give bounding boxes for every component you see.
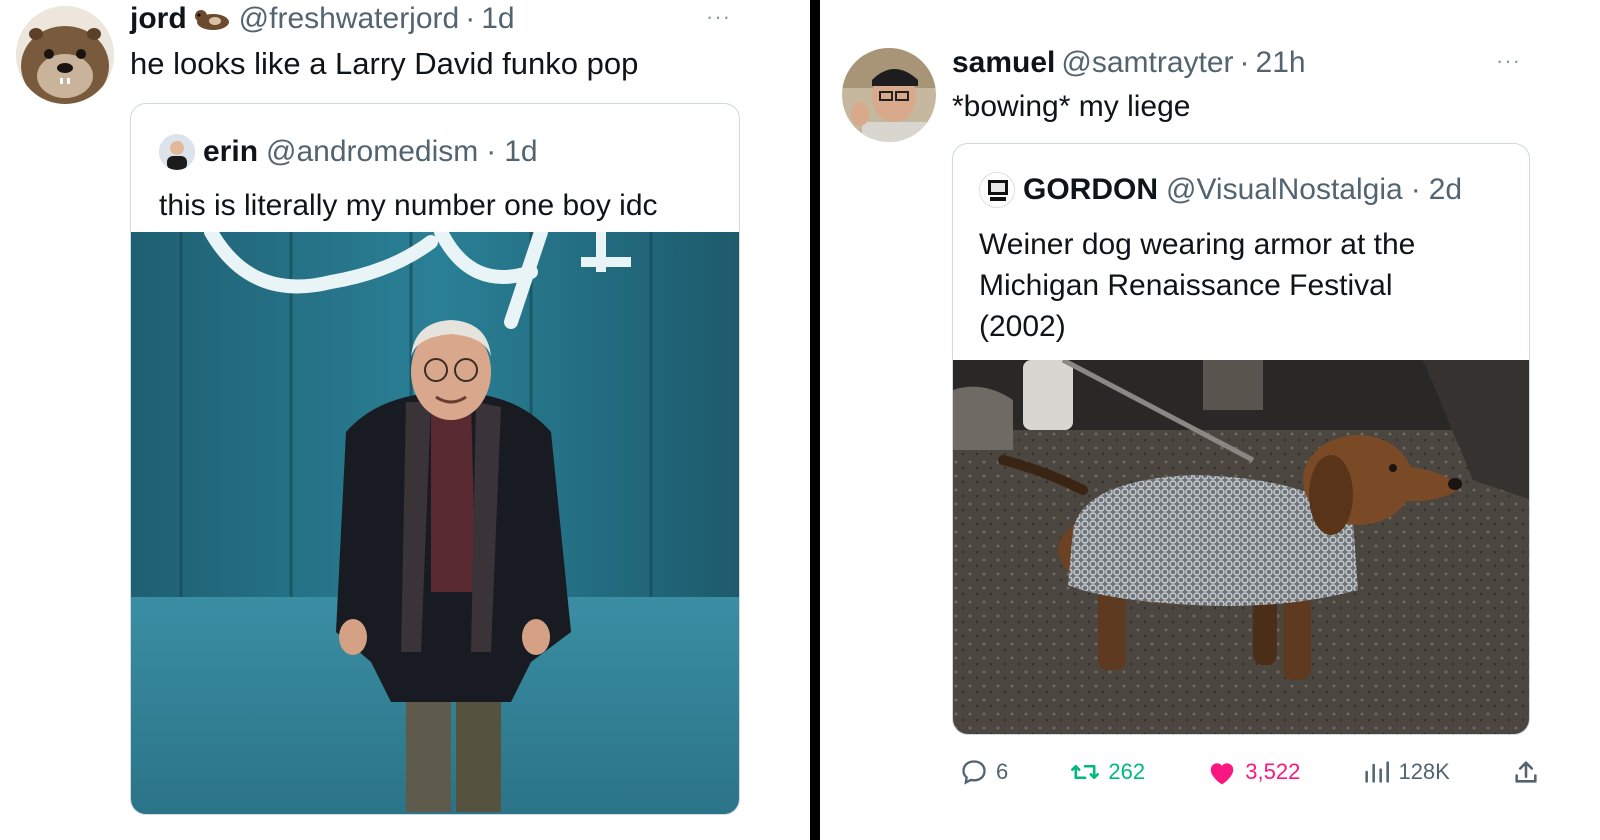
heart-icon (1211, 763, 1234, 785)
quote-separator: · (1410, 173, 1421, 206)
timestamp[interactable]: 1d (481, 2, 514, 36)
like-button[interactable]: 3,522 (1207, 758, 1300, 786)
quote-header: GORDON @VisualNostalgia · 2d (979, 172, 1462, 208)
views-chart-icon (1365, 761, 1390, 783)
views-count: 128K (1398, 759, 1450, 784)
quote-handle[interactable]: @VisualNostalgia (1166, 173, 1403, 207)
right-tweet: samuel @samtrayter · 21h ··· *bowing* my… (820, 0, 1600, 840)
tweet-header: samuel @samtrayter · 21h (952, 46, 1306, 80)
quote-separator: · (486, 135, 497, 168)
reply-button[interactable]: 6 (960, 758, 1008, 786)
separator: · (1239, 46, 1250, 79)
tweet-text: *bowing* my liege (952, 90, 1191, 123)
quote-timestamp[interactable]: 1d (504, 135, 537, 169)
repost-button[interactable]: 262 (1070, 758, 1145, 786)
views-button[interactable]: 128K (1362, 758, 1450, 786)
reply-count: 6 (996, 759, 1009, 784)
repost-icon (1071, 764, 1100, 780)
samuel-avatar[interactable] (842, 48, 936, 142)
quoted-tweet[interactable]: GORDON @VisualNostalgia · 2d Weiner dog … (952, 143, 1530, 735)
quote-display-name[interactable]: GORDON (1023, 173, 1158, 207)
quote-text: Weiner dog wearing armor at the Michigan… (979, 228, 1416, 343)
jord-avatar[interactable] (16, 6, 114, 104)
like-count: 3,522 (1245, 759, 1301, 784)
gordon-avatar[interactable] (979, 172, 1015, 208)
erin-avatar[interactable] (159, 134, 195, 170)
quote-timestamp[interactable]: 2d (1429, 173, 1462, 207)
quote-text: this is literally my number one boy idc (159, 189, 658, 222)
more-dots-icon[interactable]: ··· (1496, 48, 1521, 74)
share-icon (1515, 761, 1537, 783)
left-tweet: jord @freshwaterjord · 1d ··· he looks l… (0, 0, 810, 840)
red-carpet-photo (131, 232, 739, 814)
quote-photo[interactable] (953, 360, 1529, 734)
retro-computer-icon (980, 173, 1014, 207)
handle[interactable]: @samtrayter (1061, 46, 1233, 80)
separator: · (465, 2, 476, 35)
tweet-header: jord @freshwaterjord · 1d (130, 2, 515, 36)
panel-divider (810, 0, 820, 840)
display-name[interactable]: jord (130, 2, 187, 36)
otter-face-icon (16, 6, 114, 104)
more-dots-icon[interactable]: ··· (706, 4, 731, 30)
timestamp[interactable]: 21h (1256, 46, 1306, 80)
quote-header: erin @andromedism · 1d (159, 134, 538, 170)
quote-photo[interactable] (131, 232, 739, 814)
otter-emoji-icon (193, 6, 233, 32)
tweet-text: he looks like a Larry David funko pop (130, 46, 639, 81)
handle[interactable]: @freshwaterjord (239, 2, 460, 36)
quoted-tweet[interactable]: erin @andromedism · 1d this is literally… (130, 103, 740, 815)
share-button[interactable] (1512, 758, 1540, 786)
quote-handle[interactable]: @andromedism (266, 135, 478, 169)
man-portrait-icon (842, 48, 936, 142)
reply-icon (962, 760, 986, 785)
display-name[interactable]: samuel (952, 46, 1055, 80)
dog-armor-photo (953, 360, 1529, 734)
repost-count: 262 (1108, 759, 1146, 784)
quote-display-name[interactable]: erin (203, 135, 258, 169)
tweet-actions-bar: 6 262 3,522 128K (960, 752, 1540, 792)
